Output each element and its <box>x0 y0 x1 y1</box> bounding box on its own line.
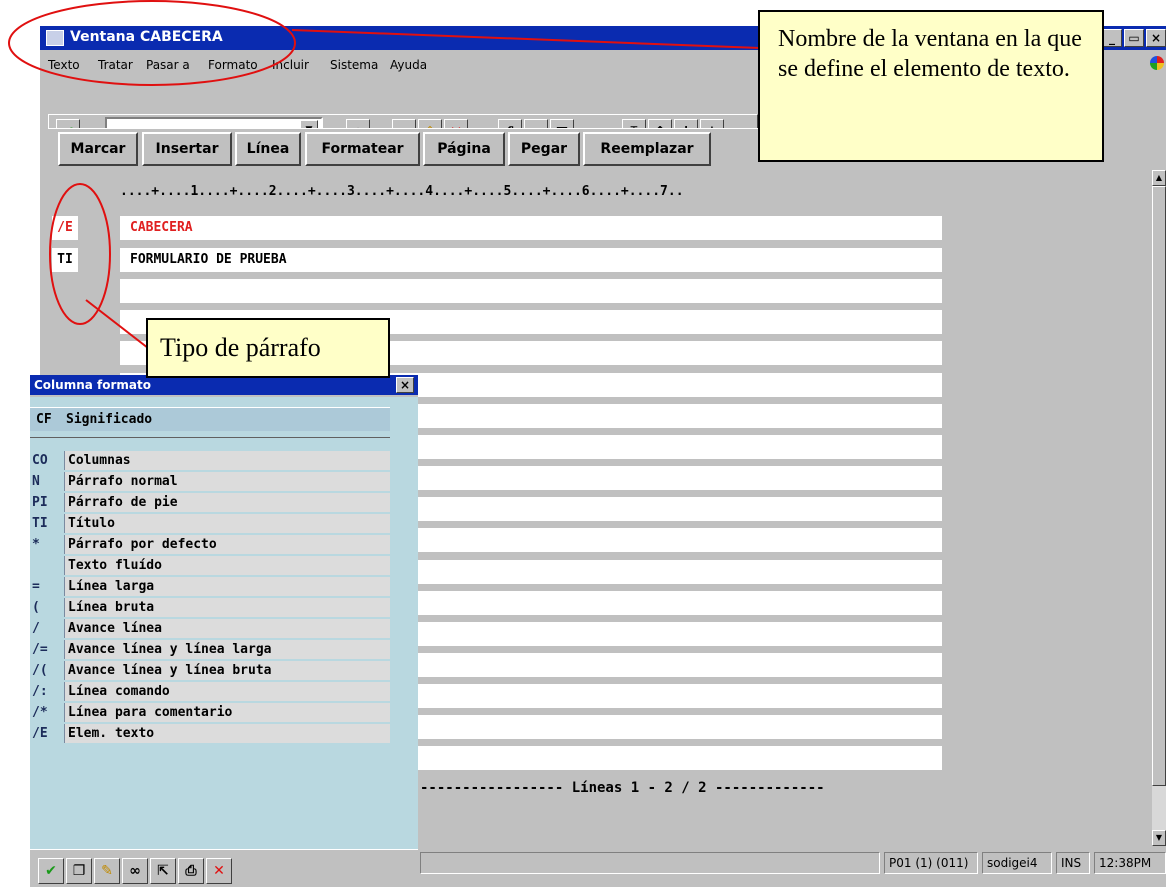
paragraph-format-1[interactable]: /E <box>52 216 78 240</box>
menu-texto[interactable]: Texto <box>48 58 80 72</box>
list-item[interactable]: = Línea larga <box>30 577 390 597</box>
menu-formato[interactable]: Formato <box>208 58 258 72</box>
paragraph-format-code: /E <box>57 220 73 235</box>
list-item-desc: Título <box>64 514 390 533</box>
status-system: P01 (1) (011) <box>884 852 978 874</box>
marcar-button[interactable]: Marcar <box>58 132 138 166</box>
menu-sistema[interactable]: Sistema <box>330 58 378 72</box>
list-item-desc: Avance línea y línea bruta <box>64 661 390 680</box>
list-item-desc: Párrafo de pie <box>64 493 390 512</box>
linea-button[interactable]: Línea <box>235 132 301 166</box>
list-item-code: N <box>32 474 40 489</box>
editor-line[interactable] <box>120 279 942 303</box>
status-mode: INS <box>1056 852 1090 874</box>
callout-paragraph-type: Tipo de párrafo <box>146 318 390 378</box>
list-item-code: /( <box>32 663 48 678</box>
select-icon[interactable]: ⇱ <box>150 858 176 884</box>
header-cf: CF <box>36 412 52 427</box>
pegar-button[interactable]: Pegar <box>508 132 580 166</box>
header-divider <box>30 437 390 438</box>
dialog-title: Columna formato <box>30 375 418 395</box>
insertar-button[interactable]: Insertar <box>142 132 232 166</box>
list-item-desc: Avance línea <box>64 619 390 638</box>
line-text: FORMULARIO DE PRUEBA <box>130 252 287 267</box>
list-item-desc: Línea para comentario <box>64 703 390 722</box>
reemplazar-button[interactable]: Reemplazar <box>583 132 711 166</box>
list-item[interactable]: / Avance línea <box>30 619 390 639</box>
status-server: sodigei4 <box>982 852 1052 874</box>
list-item[interactable]: * Párrafo por defecto <box>30 535 390 555</box>
callout-window-name: Nombre de la ventana en la que se define… <box>758 10 1104 162</box>
close-button[interactable]: × <box>1146 29 1166 47</box>
list-item-code: CO <box>32 453 48 468</box>
list-item-desc: Columnas <box>64 451 390 470</box>
scroll-thumb[interactable] <box>1152 186 1166 786</box>
list-item[interactable]: /( Avance línea y línea bruta <box>30 661 390 681</box>
edit-icon[interactable]: ✎ <box>94 858 120 884</box>
menu-ayuda[interactable]: Ayuda <box>390 58 427 72</box>
format-column-dialog: Columna formato × CF Significado CO Colum… <box>30 375 418 887</box>
editor-line[interactable]: FORMULARIO DE PRUEBA <box>120 248 942 272</box>
list-item-code: /E <box>32 726 48 741</box>
list-item[interactable]: CO Columnas <box>30 451 390 471</box>
sap-system-icon[interactable] <box>46 30 64 46</box>
list-header: CF Significado <box>30 407 390 431</box>
minimize-button[interactable]: _ <box>1102 29 1122 47</box>
list-item-desc: Línea comando <box>64 682 390 701</box>
list-item-code: = <box>32 579 40 594</box>
sap-status-icon <box>1150 56 1164 70</box>
menu-tratar[interactable]: Tratar <box>98 58 133 72</box>
list-item-code: / <box>32 621 40 636</box>
list-item-code: PI <box>32 495 48 510</box>
line-text: CABECERA <box>130 220 193 235</box>
menu-pasar-a[interactable]: Pasar a <box>146 58 190 72</box>
list-item[interactable]: Texto fluído <box>30 556 390 576</box>
dialog-list: CF Significado CO Columnas N Párrafo norma… <box>30 397 418 849</box>
pagina-button[interactable]: Página <box>423 132 505 166</box>
editor-ruler: ....+....1....+....2....+....3....+....4… <box>120 184 684 199</box>
list-item-desc: Párrafo por defecto <box>64 535 390 554</box>
status-message <box>420 852 880 874</box>
editor-line[interactable]: CABECERA <box>120 216 942 240</box>
list-item-code: ( <box>32 600 40 615</box>
list-item-desc: Línea larga <box>64 577 390 596</box>
window-title: Ventana CABECERA <box>70 29 223 45</box>
list-item[interactable]: N Párrafo normal <box>30 472 390 492</box>
header-meaning: Significado <box>66 412 153 427</box>
formatear-button[interactable]: Formatear <box>305 132 420 166</box>
copy-icon[interactable]: ❐ <box>66 858 92 884</box>
list-item-code: /* <box>32 705 48 720</box>
paragraph-format-2[interactable]: TI <box>52 248 78 272</box>
line-counter: ----------------- Líneas 1 - 2 / 2 -----… <box>420 780 825 796</box>
list-item-desc: Línea bruta <box>64 598 390 617</box>
list-item-desc: Párrafo normal <box>64 472 390 491</box>
list-item-code: /= <box>32 642 48 657</box>
list-item-code: TI <box>32 516 48 531</box>
list-item-desc: Elem. texto <box>64 724 390 743</box>
cancel-icon[interactable]: ✕ <box>206 858 232 884</box>
scroll-up-icon[interactable]: ▲ <box>1152 170 1166 186</box>
menu-incluir[interactable]: Incluir <box>272 58 309 72</box>
list-item-desc: Texto fluído <box>64 556 390 575</box>
list-item-code: /: <box>32 684 48 699</box>
check-icon[interactable]: ✔ <box>38 858 64 884</box>
list-item[interactable]: /* Línea para comentario <box>30 703 390 723</box>
list-item[interactable]: /= Avance línea y línea larga <box>30 640 390 660</box>
list-item[interactable]: PI Párrafo de pie <box>30 493 390 513</box>
list-item[interactable]: /E Elem. texto <box>30 724 390 744</box>
list-item[interactable]: /: Línea comando <box>30 682 390 702</box>
print-icon[interactable]: ⎙ <box>178 858 204 884</box>
list-item-code: * <box>32 537 40 552</box>
list-item-desc: Avance línea y línea larga <box>64 640 390 659</box>
scroll-down-icon[interactable]: ▼ <box>1152 830 1166 846</box>
restore-button[interactable]: ▭ <box>1124 29 1144 47</box>
status-time: 12:38PM <box>1094 852 1166 874</box>
vertical-scrollbar[interactable]: ▲ ▼ <box>1152 170 1166 846</box>
find-icon[interactable]: ∞ <box>122 858 148 884</box>
close-icon[interactable]: × <box>396 377 414 393</box>
list-item[interactable]: ( Línea bruta <box>30 598 390 618</box>
paragraph-format-code: TI <box>57 252 73 267</box>
dialog-toolbar: ✔ ❐ ✎ ∞ ⇱ ⎙ ✕ <box>30 849 418 887</box>
list-item[interactable]: TI Título <box>30 514 390 534</box>
